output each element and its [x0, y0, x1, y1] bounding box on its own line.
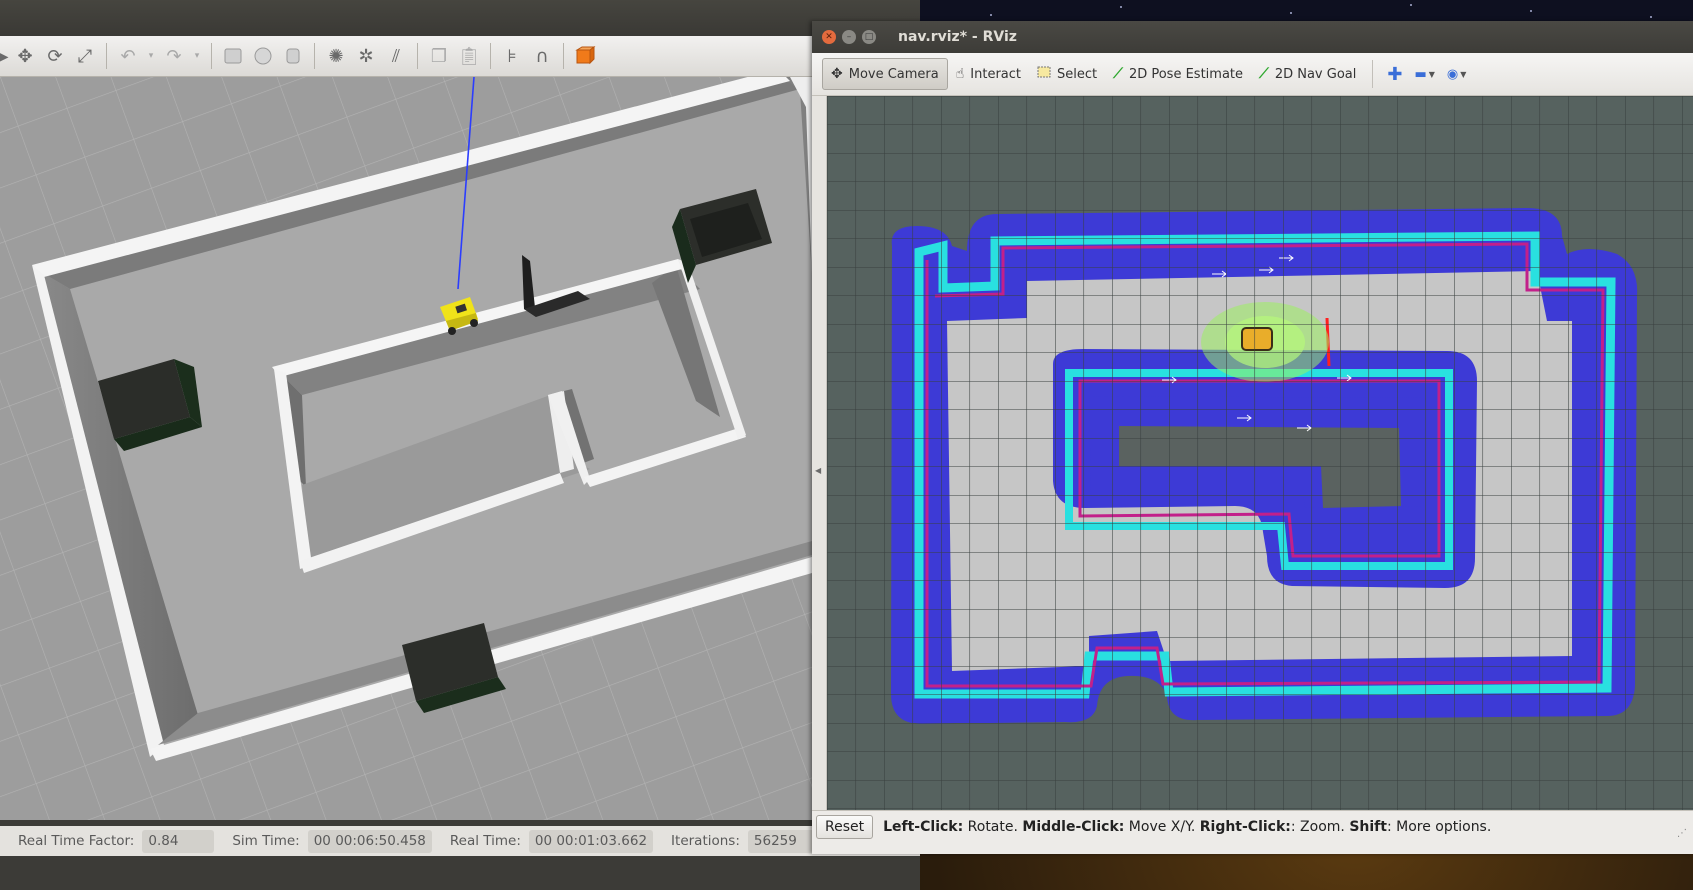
reset-button[interactable]: Reset: [816, 815, 874, 839]
toolbar-divider: [417, 43, 418, 69]
collapse-arrow-icon[interactable]: ◀: [815, 466, 821, 475]
shift-action: : More options.: [1386, 819, 1492, 835]
view-options-button[interactable]: ◉ ▼: [1441, 59, 1473, 89]
move-camera-icon: ✥: [831, 66, 843, 82]
scale-icon[interactable]: ⤢: [72, 43, 98, 69]
translate-icon[interactable]: ✥: [12, 43, 38, 69]
sim-time-value: 00 00:06:50.458: [307, 829, 432, 853]
real-time-label: Real Time:: [449, 833, 521, 849]
select-label: Select: [1057, 66, 1098, 82]
toolbar-divider: [563, 43, 564, 69]
hand-pointer-icon: ☝: [955, 66, 965, 82]
real-time-value: 00 00:01:03.662: [528, 829, 654, 853]
toolbar-divider: [1372, 60, 1374, 88]
toolbar-divider: [211, 43, 212, 69]
chevron-down-icon: ▼: [1428, 69, 1435, 79]
right-click-key: Right-Click:: [1199, 819, 1291, 835]
chevron-down-icon: ▼: [1460, 69, 1467, 79]
redo-dropdown-icon[interactable]: ▾: [191, 43, 203, 69]
pose-estimate-label: 2D Pose Estimate: [1128, 66, 1244, 82]
interact-label: Interact: [970, 66, 1022, 82]
right-click-action: : Zoom.: [1290, 819, 1350, 835]
plus-icon: ✚: [1387, 63, 1403, 85]
align-icon[interactable]: ⊧: [499, 43, 525, 69]
copy-icon[interactable]: ❐: [426, 43, 452, 69]
undo-icon[interactable]: ↶: [115, 43, 141, 69]
gazebo-status-bar: Real Time Factor: 0.84 Sim Time: 00 00:0…: [0, 826, 920, 856]
minus-icon: ▬: [1414, 66, 1427, 82]
shift-key: Shift: [1349, 819, 1387, 835]
rviz-window: ✕ – □ nav.rviz* - RViz ✥ Move Camera ☝ I…: [812, 21, 1693, 854]
left-click-key: Left-Click:: [883, 819, 964, 835]
rviz-toolbar: ✥ Move Camera ☝ Interact Select ⟋ 2D Pos…: [812, 53, 1693, 96]
pose-estimate-button[interactable]: ⟋ 2D Pose Estimate: [1105, 59, 1251, 89]
gazebo-bottom-bar: [0, 856, 920, 890]
rviz-title-bar[interactable]: ✕ – □ nav.rviz* - RViz: [812, 21, 1693, 53]
redo-icon[interactable]: ↷: [161, 43, 187, 69]
close-icon[interactable]: ✕: [822, 30, 836, 44]
directional-light-icon[interactable]: ⫽: [383, 43, 409, 69]
maximize-icon[interactable]: □: [862, 30, 876, 44]
undo-dropdown-icon[interactable]: ▾: [145, 43, 157, 69]
select-button[interactable]: Select: [1029, 59, 1105, 89]
move-camera-label: Move Camera: [848, 66, 939, 82]
point-light-icon[interactable]: ✺: [323, 43, 349, 69]
view-angle-icon[interactable]: [572, 43, 598, 69]
rtf-value: 0.84: [142, 829, 215, 853]
rviz-3d-view[interactable]: [827, 96, 1693, 810]
select-icon[interactable]: ▸: [0, 43, 9, 69]
sim-time-label: Sim Time:: [232, 833, 300, 849]
nav-goal-button[interactable]: ⟋ 2D Nav Goal: [1251, 59, 1364, 89]
sphere-shape-icon[interactable]: [250, 43, 276, 69]
spot-light-icon[interactable]: ✲: [353, 43, 379, 69]
middle-click-action: Move X/Y.: [1124, 819, 1200, 835]
gazebo-window: ▸ ✥ ⟳ ⤢ ↶ ▾ ↷ ▾ ✺ ✲ ⫽ ❐ 📋︎ ⊧ ∩ Real Time…: [0, 0, 920, 890]
selection-box-icon: [1037, 66, 1051, 82]
box-shape-icon[interactable]: [220, 43, 246, 69]
window-title: nav.rviz* - RViz: [898, 29, 1017, 45]
iterations-label: Iterations:: [671, 833, 740, 849]
gazebo-toolbar: ▸ ✥ ⟳ ⤢ ↶ ▾ ↷ ▾ ✺ ✲ ⫽ ❐ 📋︎ ⊧ ∩: [0, 36, 920, 77]
rtf-label: Real Time Factor:: [18, 833, 135, 849]
pose-arrow-icon: ⟋: [1113, 66, 1123, 82]
left-click-action: Rotate.: [963, 819, 1023, 835]
interact-button[interactable]: ☝ Interact: [948, 59, 1029, 89]
gazebo-3d-scene[interactable]: [0, 77, 812, 820]
rotate-icon[interactable]: ⟳: [42, 43, 68, 69]
toolbar-divider: [314, 43, 315, 69]
remove-tool-button[interactable]: ▬ ▼: [1408, 59, 1440, 89]
resize-grip-icon[interactable]: ⋰: [1677, 828, 1687, 839]
snap-icon[interactable]: ∩: [529, 43, 555, 69]
panel-collapse-handle[interactable]: ◀: [812, 96, 827, 810]
rviz-status-bar: Reset Left-Click: Rotate. Middle-Click: …: [812, 810, 1693, 843]
mouse-help-text: Left-Click: Rotate. Middle-Click: Move X…: [883, 819, 1491, 835]
minimize-icon[interactable]: –: [842, 30, 856, 44]
cylinder-shape-icon[interactable]: [280, 43, 306, 69]
nav-goal-label: 2D Nav Goal: [1274, 66, 1357, 82]
paste-icon[interactable]: 📋︎: [456, 43, 482, 69]
toolbar-divider: [490, 43, 491, 69]
move-camera-button[interactable]: ✥ Move Camera: [822, 58, 948, 90]
eye-icon: ◉: [1446, 66, 1459, 82]
add-tool-button[interactable]: ✚: [1381, 59, 1408, 89]
middle-click-key: Middle-Click:: [1022, 819, 1125, 835]
goal-arrow-icon: ⟋: [1259, 66, 1269, 82]
toolbar-divider: [106, 43, 107, 69]
gazebo-title-bar: [0, 0, 920, 36]
